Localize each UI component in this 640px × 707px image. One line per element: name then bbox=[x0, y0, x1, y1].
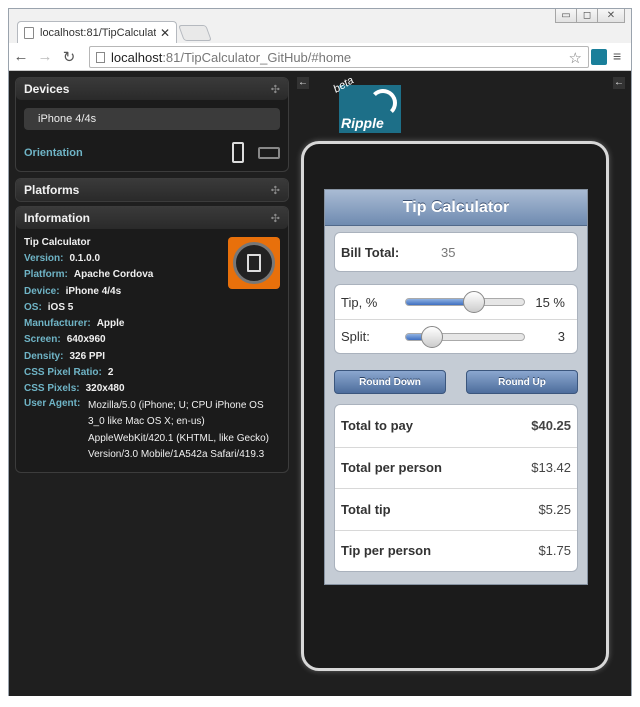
forward-icon[interactable]: → bbox=[33, 48, 57, 65]
info-row: CSS Pixels: 320x480 bbox=[24, 383, 125, 395]
page-icon bbox=[24, 26, 34, 39]
info-row: OS: iOS 5 bbox=[24, 301, 74, 313]
tip-label: Tip, % bbox=[341, 294, 378, 310]
browser-tab[interactable]: localhost:81/TipCalculator ✕ bbox=[17, 21, 177, 43]
orientation-label: Orientation bbox=[24, 146, 83, 159]
platforms-panel: Platforms ✣ bbox=[15, 178, 289, 202]
move-icon[interactable]: ✣ bbox=[271, 212, 280, 225]
ripple-extension-icon[interactable] bbox=[591, 49, 607, 65]
ripple-logo: beta Ripple bbox=[331, 74, 401, 133]
menu-icon[interactable]: ≡ bbox=[613, 49, 627, 63]
devices-panel-title: Devices bbox=[24, 82, 70, 96]
split-label: Split: bbox=[341, 329, 370, 344]
tip-slider-handle[interactable] bbox=[463, 291, 486, 313]
info-row: Manufacturer: Apple bbox=[24, 318, 125, 330]
result-row: Total per person $13.42 bbox=[335, 446, 577, 489]
app-icon bbox=[228, 237, 280, 289]
result-row: Total to pay $40.25 bbox=[341, 418, 571, 434]
collapse-left-icon[interactable]: ← bbox=[297, 77, 309, 89]
bill-total-label: Bill Total: bbox=[341, 244, 400, 260]
url-host: localhost bbox=[111, 49, 163, 65]
info-row: CSS Pixel Ratio: 2 bbox=[24, 367, 114, 379]
info-row: Screen: 640x960 bbox=[24, 334, 106, 346]
result-row: Tip per person $1.75 bbox=[335, 529, 577, 572]
split-slider-handle[interactable] bbox=[420, 325, 443, 348]
url-path: :81/TipCalculator_GitHub/#home bbox=[162, 49, 352, 65]
user-agent-row: User Agent: Mozilla/5.0 (iPhone; U; CPU … bbox=[24, 397, 270, 461]
minimize-icon[interactable]: ▭ bbox=[555, 9, 577, 23]
device-screen: Tip Calculator Bill Total: 35 Tip, % 15 … bbox=[324, 189, 588, 585]
tab-title: localhost:81/TipCalculator bbox=[40, 26, 156, 39]
tab-strip: localhost:81/TipCalculator ✕ ▭ ◻ ✕ bbox=[9, 9, 631, 43]
devices-panel-header[interactable]: Devices ✣ bbox=[16, 78, 288, 100]
tab-close-icon[interactable]: ✕ bbox=[160, 26, 170, 40]
app-title: Tip Calculator bbox=[325, 190, 587, 226]
bookmark-star-icon[interactable]: ☆ bbox=[569, 49, 582, 67]
devices-panel: Devices ✣ iPhone 4/4s Orientation bbox=[15, 77, 289, 172]
calculator-icon bbox=[247, 254, 261, 272]
information-panel-header[interactable]: Information ✣ bbox=[16, 207, 288, 229]
window-controls: ▭ ◻ ✕ bbox=[555, 9, 625, 23]
slider-group: Tip, % 15 % Split: 3 bbox=[334, 284, 578, 354]
tip-slider[interactable] bbox=[405, 291, 525, 313]
landscape-icon[interactable] bbox=[258, 146, 280, 159]
results-list: Total to pay $40.25 Total per person $13… bbox=[334, 404, 578, 572]
reload-icon[interactable]: ↻ bbox=[57, 48, 81, 66]
information-panel: Information ✣ Tip Calculator Version: 0.1… bbox=[15, 206, 289, 473]
bill-total-input[interactable]: 35 bbox=[441, 245, 455, 260]
move-icon[interactable]: ✣ bbox=[271, 184, 280, 197]
device-frame: Tip Calculator Bill Total: 35 Tip, % 15 … bbox=[301, 141, 609, 671]
page-icon bbox=[96, 51, 105, 63]
browser-window: localhost:81/TipCalculator ✕ ▭ ◻ ✕ ← → ↻… bbox=[8, 8, 632, 696]
split-slider[interactable] bbox=[405, 325, 525, 348]
platforms-panel-title: Platforms bbox=[24, 183, 80, 197]
split-value: 3 bbox=[557, 329, 565, 344]
bill-total-field[interactable]: Bill Total: 35 bbox=[334, 232, 578, 272]
address-bar[interactable]: localhost:81/TipCalculator_GitHub/#home … bbox=[89, 46, 589, 68]
collapse-right-icon[interactable]: ← bbox=[613, 77, 625, 89]
round-up-button[interactable]: Round Up bbox=[466, 370, 578, 394]
browser-toolbar: ← → ↻ localhost:81/TipCalculator_GitHub/… bbox=[9, 43, 631, 71]
platforms-panel-header[interactable]: Platforms ✣ bbox=[16, 179, 288, 201]
portrait-icon[interactable] bbox=[232, 142, 244, 163]
page-viewport: Devices ✣ iPhone 4/4s Orientation Platfo… bbox=[9, 71, 631, 696]
device-select[interactable]: iPhone 4/4s bbox=[24, 108, 280, 130]
new-tab-button[interactable] bbox=[178, 25, 212, 41]
information-panel-title: Information bbox=[24, 211, 90, 225]
result-row: Total tip $5.25 bbox=[335, 488, 577, 530]
info-row: Density: 326 PPI bbox=[24, 350, 106, 362]
round-down-button[interactable]: Round Down bbox=[334, 370, 446, 394]
close-icon[interactable]: ✕ bbox=[597, 9, 625, 23]
back-icon[interactable]: ← bbox=[9, 48, 33, 65]
move-icon[interactable]: ✣ bbox=[271, 83, 280, 96]
maximize-icon[interactable]: ◻ bbox=[576, 9, 598, 23]
tip-value: 15 % bbox=[535, 294, 565, 310]
left-panel: Devices ✣ iPhone 4/4s Orientation Platfo… bbox=[15, 77, 289, 479]
